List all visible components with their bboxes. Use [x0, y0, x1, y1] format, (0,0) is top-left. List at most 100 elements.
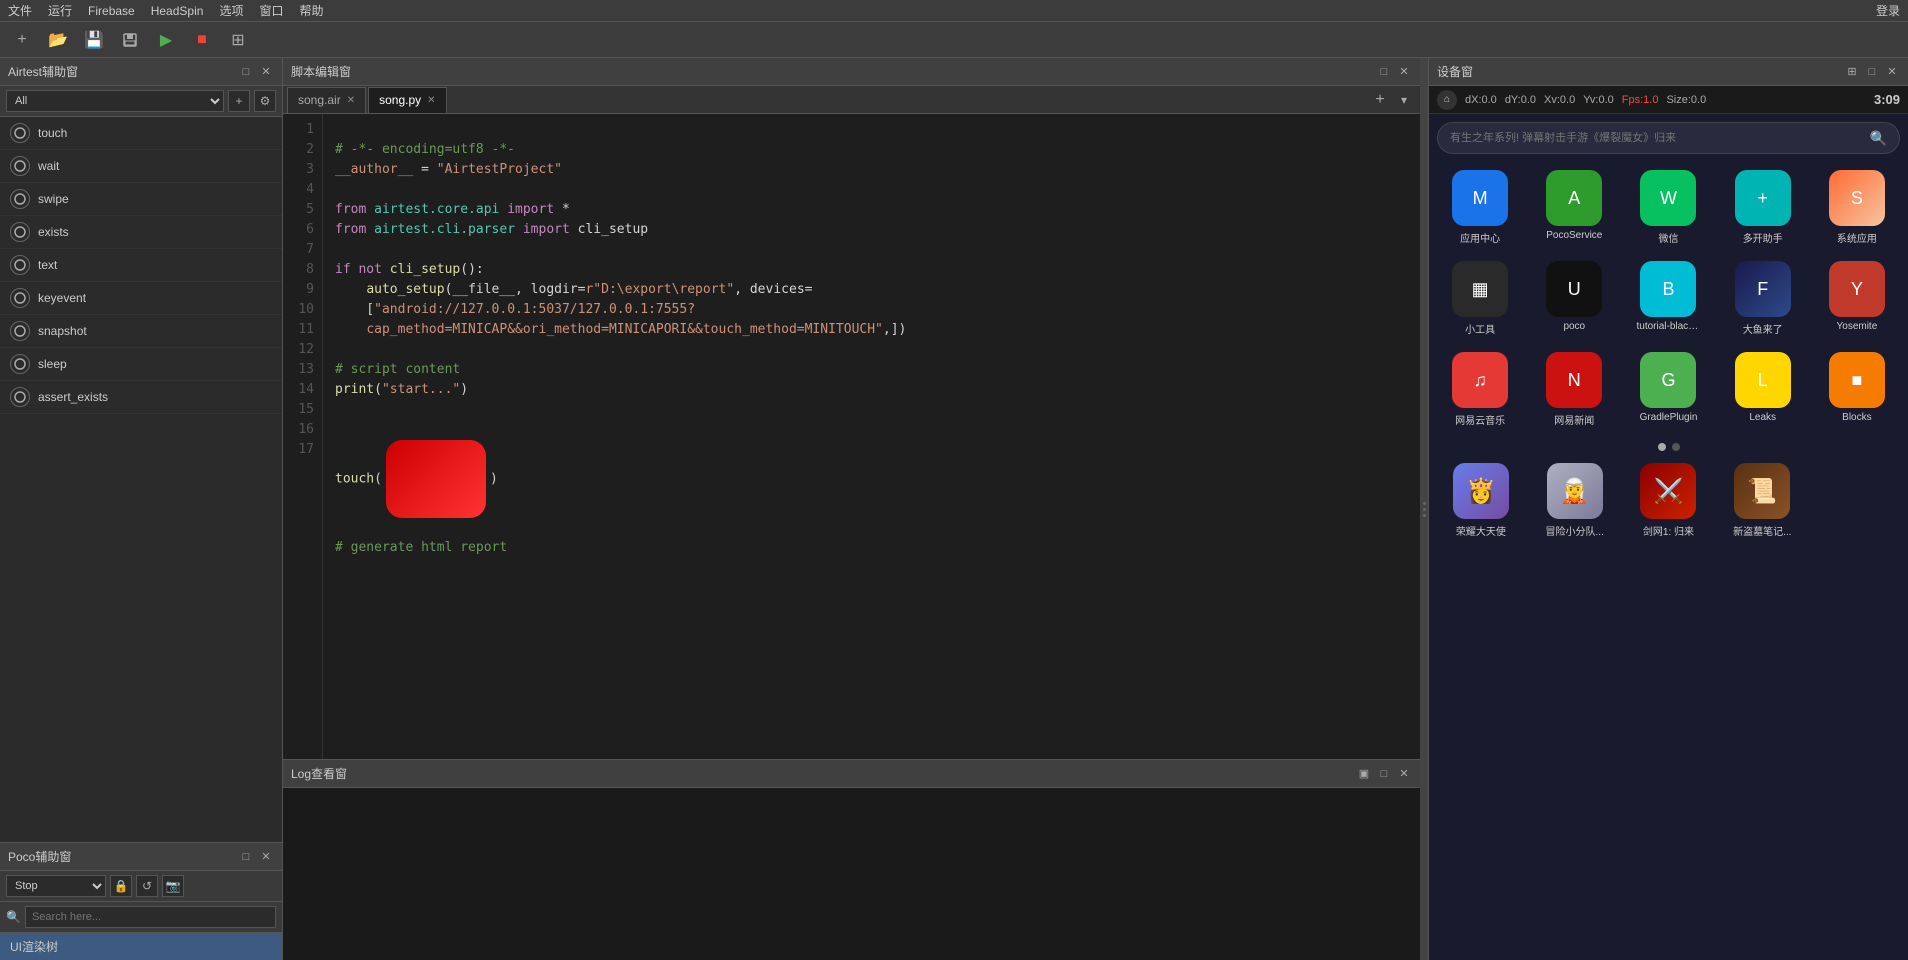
editor-minimize-btn[interactable]: □ [1376, 64, 1392, 80]
app-item-[interactable]: W 微信 [1625, 170, 1711, 245]
save-button[interactable]: 💾 [80, 26, 108, 54]
poco-stop-select[interactable]: Stop [6, 875, 106, 897]
dot-2 [1672, 443, 1680, 451]
poco-close-btn[interactable]: ✕ [258, 849, 274, 865]
login-button[interactable]: 登录 [1876, 2, 1900, 19]
bottom-app-[interactable]: 📜 新盗墓笔记... [1718, 463, 1806, 538]
bottom-app-[interactable]: 🧝 冒险小分队... [1531, 463, 1619, 538]
divider-handle[interactable] [1420, 58, 1428, 960]
poco-controls: Stop 🔒 ↺ 📷 [0, 871, 282, 902]
run-button[interactable]: ▶ [152, 26, 180, 54]
app-item-[interactable]: F 大鱼来了 [1720, 261, 1806, 336]
poco-lock-btn[interactable]: 🔒 [110, 875, 132, 897]
menu-window[interactable]: 窗口 [259, 2, 283, 19]
menu-headspin[interactable]: HeadSpin [151, 4, 204, 18]
tab-song-air-close[interactable]: ✕ [347, 95, 355, 106]
app-item-poco[interactable]: U poco [1531, 261, 1617, 336]
app-icon-glyph: Y [1851, 279, 1863, 300]
device-close-btn[interactable]: ✕ [1884, 64, 1900, 80]
airtest-item-assert_exists[interactable]: assert_exists [0, 381, 282, 414]
app-item-[interactable]: S 系统应用 [1814, 170, 1900, 245]
log-content [283, 788, 1420, 960]
poco-tree-item[interactable]: UI渲染树 [0, 933, 282, 960]
tab-song-air[interactable]: song.air ✕ [287, 87, 366, 113]
log-panel-title: Log查看窗 [291, 765, 1352, 782]
app-item-Leaks[interactable]: L Leaks [1720, 352, 1806, 427]
status-size: Size:0.0 [1666, 94, 1706, 106]
bottom-app-label: 新盗墓笔记... [1733, 523, 1791, 538]
airtest-add-btn[interactable]: + [228, 90, 250, 112]
airtest-item-exists[interactable]: exists [0, 216, 282, 249]
app-icon: Y [1829, 261, 1885, 317]
app-item-tutorialblackja[interactable]: B tutorial-blackja... [1625, 261, 1711, 336]
app-item-PocoService[interactable]: A PocoService [1531, 170, 1617, 245]
tab-song-py[interactable]: song.py ✕ [368, 87, 446, 113]
new-button[interactable]: + [8, 26, 36, 54]
app-item-[interactable]: + 多开助手 [1720, 170, 1806, 245]
app-item-[interactable]: M 应用中心 [1437, 170, 1523, 245]
app-label: 多开助手 [1743, 230, 1783, 245]
airtest-panel-title: Airtest辅助窗 [8, 63, 234, 80]
airtest-item-sleep[interactable]: sleep [0, 348, 282, 381]
bottom-app-1[interactable]: ⚔️ 剑网1: 归来 [1625, 463, 1713, 538]
app-item-Yosemite[interactable]: Y Yosemite [1814, 261, 1900, 336]
airtest-item-snapshot[interactable]: snapshot [0, 315, 282, 348]
airtest-item-label: exists [38, 225, 69, 239]
tab-bar: song.air ✕ song.py ✕ + ▾ [283, 86, 1420, 114]
airtest-item-text[interactable]: text [0, 249, 282, 282]
poco-refresh-btn[interactable]: ↺ [136, 875, 158, 897]
log-minimize-btn[interactable]: □ [1376, 766, 1392, 782]
airtest-item-touch[interactable]: touch [0, 117, 282, 150]
app-item-[interactable]: ♫ 网易云音乐 [1437, 352, 1523, 427]
app-icon: N [1546, 352, 1602, 408]
app-icon: U [1546, 261, 1602, 317]
app-icon-glyph: U [1568, 279, 1581, 300]
app-item-Blocks[interactable]: ■ Blocks [1814, 352, 1900, 427]
poco-search-input[interactable] [25, 906, 276, 928]
app-item-GradlePlugin[interactable]: G GradlePlugin [1625, 352, 1711, 427]
app-item-[interactable]: N 网易新闻 [1531, 352, 1617, 427]
airtest-item-wait[interactable]: wait [0, 150, 282, 183]
poco-minimize-btn[interactable]: □ [238, 849, 254, 865]
app-icon: M [1452, 170, 1508, 226]
tab-menu-button[interactable]: ▾ [1392, 88, 1416, 112]
app-icon-glyph: F [1757, 279, 1768, 300]
app-icon: ■ [1829, 352, 1885, 408]
main-layout: Airtest辅助窗 □ ✕ All + ⚙ touch wait [0, 58, 1908, 960]
app-icon-glyph: L [1758, 370, 1768, 391]
airtest-close-btn[interactable]: ✕ [258, 64, 274, 80]
log-panel: Log查看窗 ▣ □ ✕ [283, 760, 1420, 960]
tab-add-button[interactable]: + [1368, 88, 1392, 112]
log-toolbar-btn[interactable]: ▣ [1356, 766, 1372, 782]
save-all-button[interactable] [116, 26, 144, 54]
bottom-app-[interactable]: 👸 荣耀大天使 [1437, 463, 1525, 538]
device-maximize-btn[interactable]: ⊞ [1844, 64, 1860, 80]
stop-button[interactable]: ■ [188, 26, 216, 54]
app-label: Blocks [1842, 412, 1871, 423]
airtest-item-keyevent[interactable]: keyevent [0, 282, 282, 315]
open-button[interactable]: 📂 [44, 26, 72, 54]
device-screen[interactable]: 🔍 M 应用中心 A PocoService W 微信 + 多开助手 [1429, 114, 1908, 960]
menu-options[interactable]: 选项 [219, 2, 243, 19]
editor-close-btn[interactable]: ✕ [1396, 64, 1412, 80]
app-item-[interactable]: ▦ 小工具 [1437, 261, 1523, 336]
menu-run[interactable]: 运行 [48, 2, 72, 19]
device-search-input[interactable] [1450, 132, 1862, 144]
layout-button[interactable]: ⊞ [224, 26, 252, 54]
menu-firebase[interactable]: Firebase [88, 4, 135, 18]
device-minimize-btn[interactable]: □ [1864, 64, 1880, 80]
code-editor[interactable]: 12345 678910 1112131415 1617 # -*- encod… [283, 114, 1420, 759]
right-panel: 设备窗 ⊞ □ ✕ ⌂ dX:0.0 dY:0.0 Xv:0.0 Yv:0.0 … [1428, 58, 1908, 960]
app-icon: G [1640, 352, 1696, 408]
menu-file[interactable]: 文件 [8, 2, 32, 19]
editor-panel-title: 脚本编辑窗 [291, 63, 1372, 80]
airtest-settings-btn[interactable]: ⚙ [254, 90, 276, 112]
menu-help[interactable]: 帮助 [299, 2, 323, 19]
tab-song-py-close[interactable]: ✕ [427, 95, 435, 106]
log-close-btn[interactable]: ✕ [1396, 766, 1412, 782]
poco-capture-btn[interactable]: 📷 [162, 875, 184, 897]
airtest-select[interactable]: All [6, 90, 224, 112]
device-home-btn[interactable]: ⌂ [1437, 90, 1457, 110]
airtest-item-swipe[interactable]: swipe [0, 183, 282, 216]
airtest-minimize-btn[interactable]: □ [238, 64, 254, 80]
